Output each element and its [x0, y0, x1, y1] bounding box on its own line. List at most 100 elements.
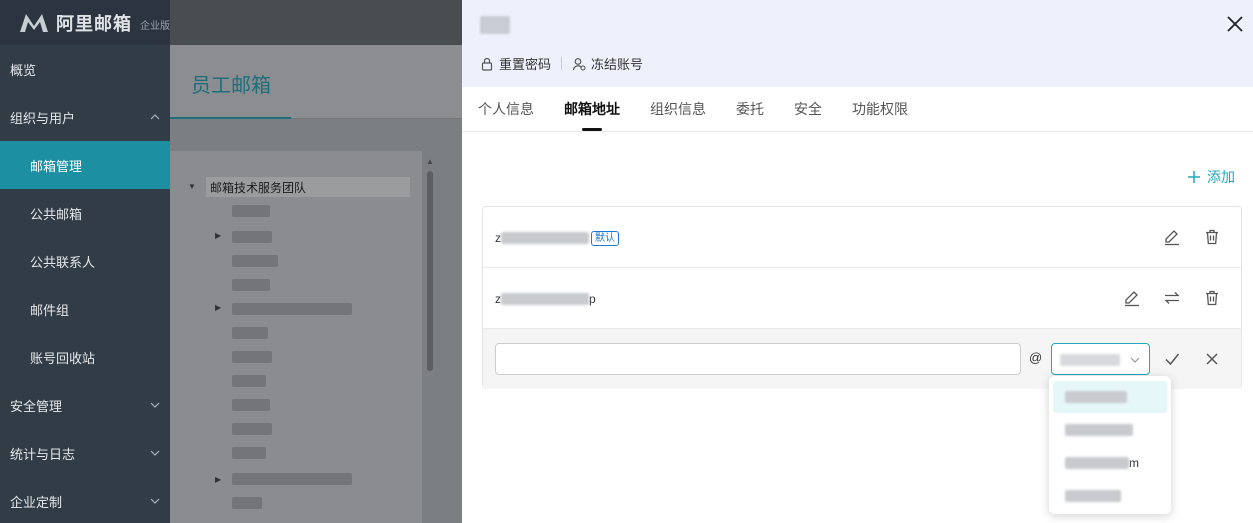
scroll-thumb[interactable]: [427, 171, 433, 371]
sidebar-item[interactable]: 概览: [0, 45, 170, 93]
chevron-down-icon: [1130, 357, 1140, 363]
tree-root-node[interactable]: 邮箱技术服务团队: [206, 177, 410, 197]
domain-option[interactable]: [1053, 414, 1167, 446]
sidebar-item-label: 安全管理: [10, 398, 63, 414]
user-name: [480, 16, 510, 34]
sidebar-item[interactable]: 企业定制: [0, 477, 170, 523]
expand-triangle-icon[interactable]: ▶: [215, 303, 221, 312]
sidebar-item-label: 邮箱管理: [30, 158, 83, 174]
tab[interactable]: 功能权限: [852, 87, 908, 131]
tree-node[interactable]: [232, 423, 272, 435]
delete-icon[interactable]: [1203, 289, 1221, 307]
cancel-close-icon[interactable]: [1203, 350, 1221, 368]
address-row: z 默认: [483, 207, 1241, 268]
expand-triangle-icon[interactable]: ▶: [215, 475, 221, 484]
tree-node[interactable]: [232, 447, 266, 459]
address-redacted: [501, 293, 589, 305]
address-list: z 默认 z p @: [482, 206, 1242, 389]
row-actions: [1123, 289, 1221, 307]
default-badge: 默认: [591, 230, 619, 246]
freeze-account-button[interactable]: 冻结账号: [572, 54, 643, 73]
confirm-check-icon[interactable]: [1163, 350, 1181, 368]
main-title-bar: 员工邮箱: [170, 45, 462, 119]
tree-node[interactable]: [232, 279, 270, 291]
user-freeze-icon: [572, 57, 586, 70]
sidebar-item-label: 组织与用户: [10, 110, 76, 126]
sidebar-item-label: 公共邮箱: [30, 206, 83, 222]
sidebar-item[interactable]: 公共联系人: [0, 237, 170, 285]
tree-node[interactable]: [232, 399, 270, 411]
domain-dropdown: m: [1049, 376, 1171, 514]
sidebar-item[interactable]: 邮箱管理: [0, 141, 170, 189]
plus-icon: [1188, 171, 1200, 183]
tree-node[interactable]: [232, 375, 266, 387]
domain-option[interactable]: [1053, 480, 1167, 512]
sidebar-nav: 概览组织与用户邮箱管理公共邮箱公共联系人邮件组账号回收站安全管理统计与日志企业定…: [0, 45, 170, 523]
header-actions: 重置密码 冻结账号: [480, 54, 643, 73]
sidebar-item[interactable]: 安全管理: [0, 381, 170, 429]
tab[interactable]: 邮箱地址: [564, 87, 620, 131]
tab[interactable]: 委托: [736, 87, 764, 131]
tree-node[interactable]: [232, 231, 272, 243]
address-text: z 默认: [495, 230, 619, 246]
edit-icon[interactable]: [1123, 289, 1141, 307]
domain-option-redacted: [1065, 391, 1127, 403]
sidebar-item-label: 概览: [10, 62, 37, 78]
tab[interactable]: 组织信息: [650, 87, 706, 131]
sidebar-item[interactable]: 邮件组: [0, 285, 170, 333]
domain-option-tail: m: [1129, 456, 1139, 470]
at-sign: @: [1029, 350, 1043, 365]
scroll-up-icon[interactable]: ▲: [426, 157, 434, 166]
sidebar-item[interactable]: 账号回收站: [0, 333, 170, 381]
user-detail-drawer: 重置密码 冻结账号 个人信息邮箱地址组织信息委托安全功能权限 添加 z: [462, 0, 1253, 523]
sidebar-item[interactable]: 组织与用户: [0, 93, 170, 141]
address-redacted: [501, 232, 589, 244]
domain-option-redacted: [1065, 490, 1121, 502]
tree-node[interactable]: [232, 255, 278, 267]
domain-option[interactable]: [1053, 381, 1167, 413]
expand-triangle-icon[interactable]: ▶: [215, 231, 221, 240]
tree-node[interactable]: [232, 205, 270, 217]
address-text: z p: [495, 292, 596, 306]
tree-node[interactable]: [232, 303, 352, 315]
tree-node[interactable]: [232, 497, 262, 509]
row-actions: [1163, 228, 1221, 246]
domain-select[interactable]: [1051, 343, 1150, 375]
drawer-header: 重置密码 冻结账号: [462, 0, 1253, 87]
delete-icon[interactable]: [1203, 228, 1221, 246]
close-icon[interactable]: [1225, 14, 1245, 34]
expand-triangle-icon[interactable]: ▼: [188, 182, 196, 191]
sidebar: 阿里邮箱 企业版 概览组织与用户邮箱管理公共邮箱公共联系人邮件组账号回收站安全管…: [0, 0, 170, 523]
chevron-up-icon: [150, 114, 160, 120]
logo-row: 阿里邮箱 企业版: [0, 0, 170, 45]
brand-name: 阿里邮箱: [56, 13, 132, 34]
sidebar-item-label: 企业定制: [10, 494, 63, 510]
tree-scrollbar[interactable]: ▲: [426, 157, 434, 523]
brand-logo-icon: [20, 13, 48, 32]
tree-node[interactable]: [232, 351, 272, 363]
edit-icon[interactable]: [1163, 228, 1181, 246]
tab[interactable]: 个人信息: [478, 87, 534, 131]
main-header: [170, 0, 462, 45]
sidebar-item-label: 统计与日志: [10, 446, 76, 462]
sidebar-item[interactable]: 公共邮箱: [0, 189, 170, 237]
chevron-down-icon: [150, 498, 160, 504]
add-address-label: 添加: [1207, 169, 1235, 185]
tree-root-label: 邮箱技术服务团队: [210, 180, 307, 195]
reset-password-button[interactable]: 重置密码: [480, 54, 551, 73]
tree-node[interactable]: [232, 473, 352, 485]
page-title: 员工邮箱: [191, 75, 271, 97]
sidebar-item-label: 公共联系人: [30, 254, 96, 270]
title-underline: [170, 117, 291, 119]
divider: [561, 57, 563, 70]
sidebar-item[interactable]: 统计与日志: [0, 429, 170, 477]
tab[interactable]: 安全: [794, 87, 822, 131]
domain-option[interactable]: m: [1053, 447, 1167, 479]
add-address-button[interactable]: 添加: [1187, 167, 1235, 187]
set-default-swap-icon[interactable]: [1163, 289, 1181, 307]
address-trail: p: [589, 292, 596, 306]
address-prefix-input[interactable]: [495, 343, 1021, 375]
sidebar-item-label: 邮件组: [30, 302, 70, 318]
tree-node[interactable]: [232, 327, 268, 339]
sidebar-item-label: 账号回收站: [30, 350, 96, 366]
